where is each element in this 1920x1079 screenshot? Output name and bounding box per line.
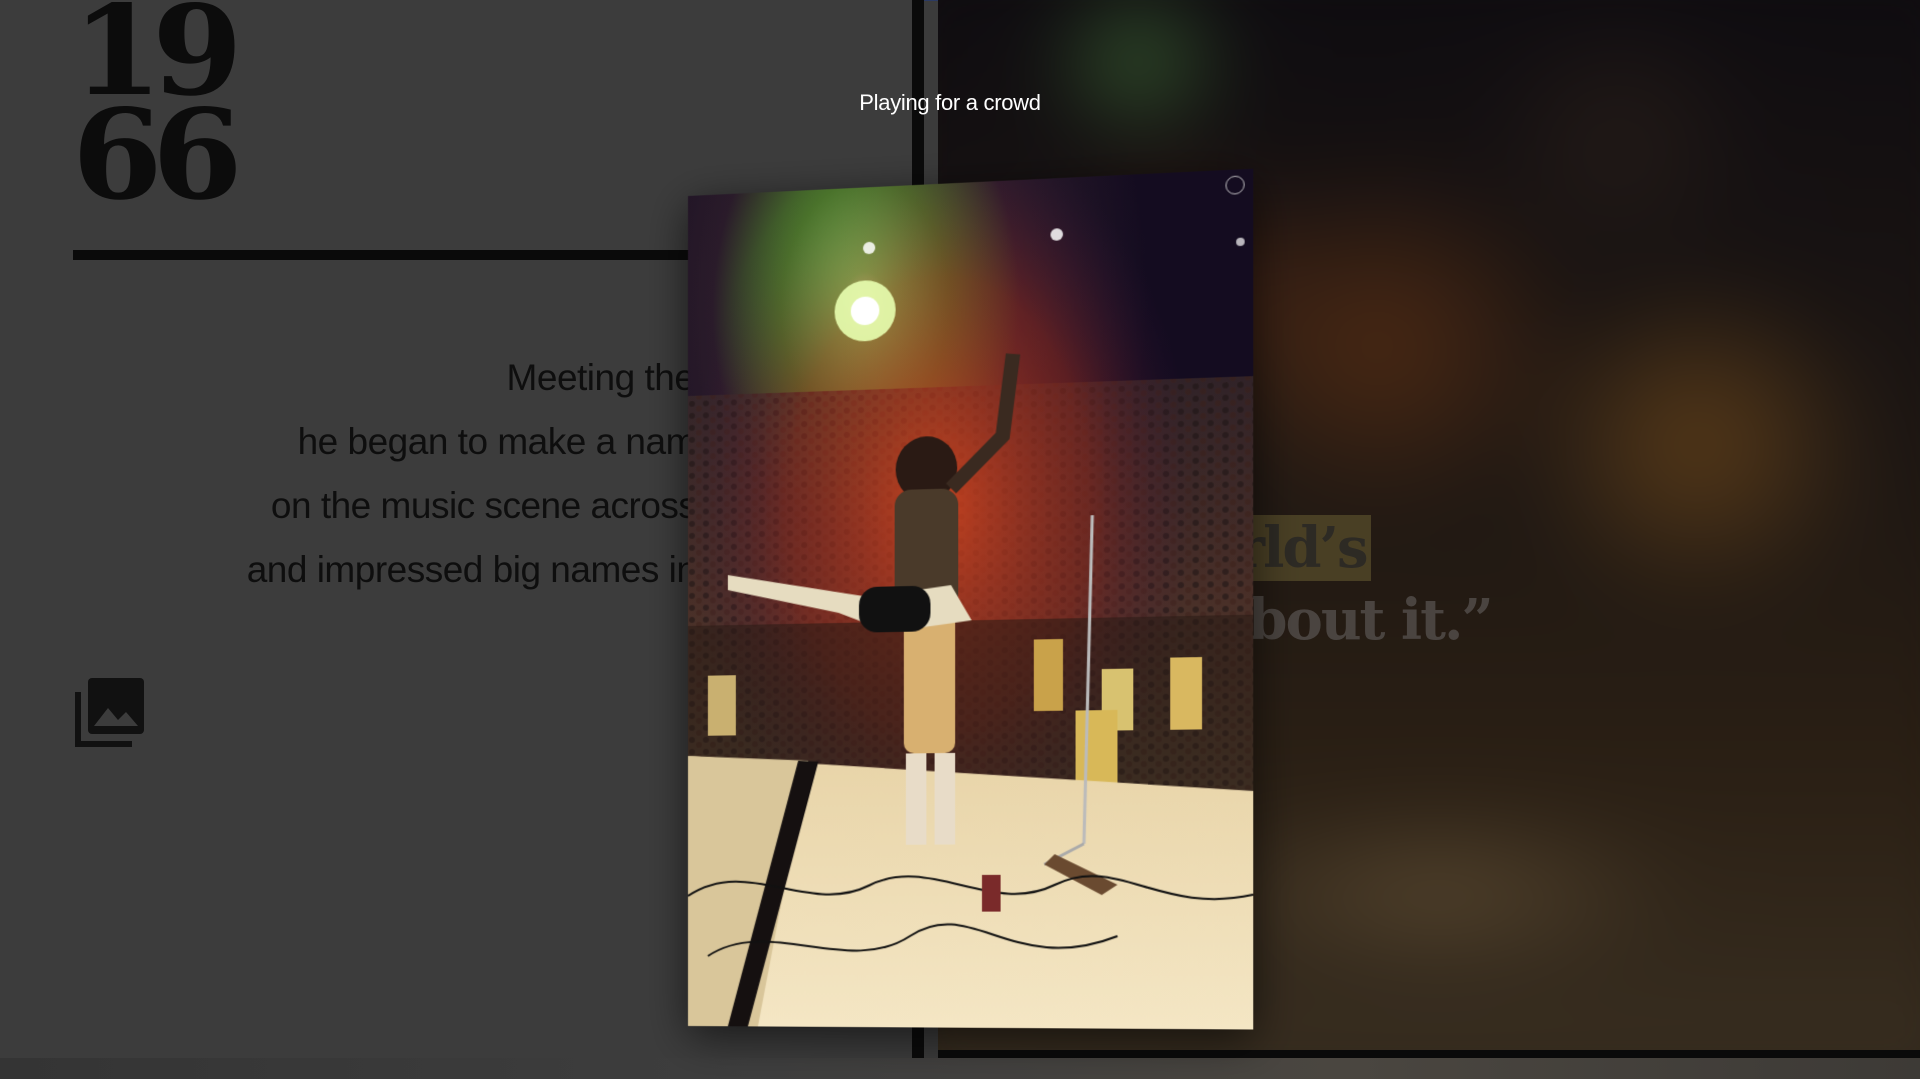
featured-photo[interactable] <box>688 168 1254 1030</box>
right-panel-rule <box>938 1050 1920 1058</box>
page: 19 66 Meeting the r he began to make a n… <box>0 0 1920 1079</box>
story-line-4: and impressed big names in t <box>246 549 717 590</box>
story-text: Meeting the r he began to make a name on… <box>0 346 717 602</box>
year-heading: 19 66 <box>72 0 243 228</box>
story-line-3: on the music scene across t <box>270 485 717 526</box>
story-line-1: Meeting the r <box>506 357 717 398</box>
concert-photo-image <box>688 168 1254 1030</box>
year-rule <box>73 250 713 260</box>
bottom-strip <box>0 1058 1920 1079</box>
year-line-2: 66 <box>72 83 243 228</box>
photo-caption: Playing for a crowd <box>859 90 1041 115</box>
story-line-2: he began to make a name <box>297 421 717 462</box>
photo-library-icon[interactable] <box>74 676 146 748</box>
